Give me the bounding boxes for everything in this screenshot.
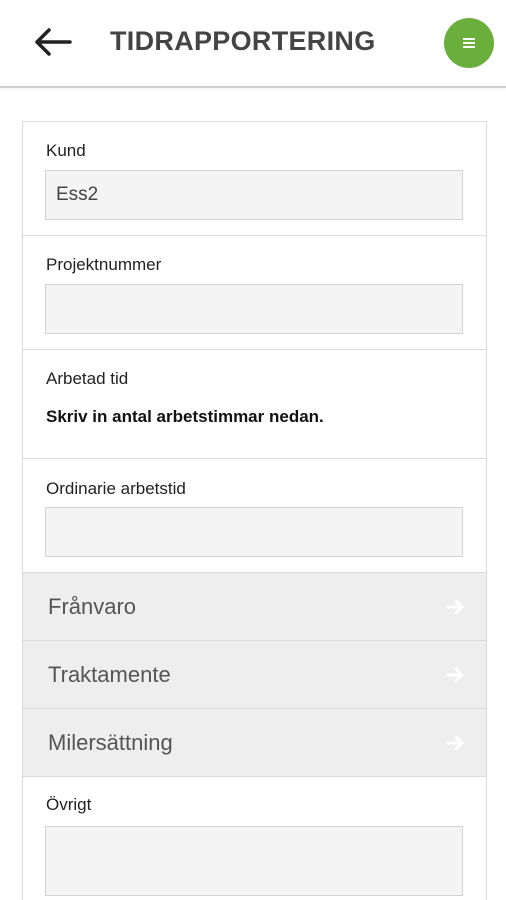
- app-header: TIDRAPPORTERING: [0, 0, 506, 88]
- ovrigt-label: Övrigt: [46, 795, 92, 814]
- nav-label-traktamente: Traktamente: [48, 662, 171, 687]
- arrow-right-icon: [446, 735, 464, 751]
- arrow-right-icon: [446, 667, 464, 683]
- page-title: TIDRAPPORTERING: [110, 26, 376, 56]
- nav-row-milersattning[interactable]: Milersättning: [23, 709, 486, 777]
- back-button[interactable]: [28, 22, 76, 62]
- projektnummer-section: Projektnummer: [23, 236, 486, 350]
- kund-input[interactable]: [45, 170, 463, 220]
- nav-row-traktamente[interactable]: Traktamente: [23, 641, 486, 709]
- kund-section: Kund: [23, 122, 486, 236]
- ordinarie-section: Ordinarie arbetstid: [23, 459, 486, 573]
- ordinarie-input[interactable]: [45, 507, 463, 557]
- ovrigt-textarea[interactable]: [45, 826, 463, 896]
- arbetad-tid-instruction: Skriv in antal arbetstimmar nedan.: [46, 407, 324, 426]
- ordinarie-label: Ordinarie arbetstid: [46, 479, 186, 498]
- arrow-right-icon: [446, 599, 464, 615]
- arbetad-tid-section: Arbetad tid Skriv in antal arbetstimmar …: [23, 350, 486, 459]
- nav-label-milersattning: Milersättning: [48, 730, 173, 755]
- projektnummer-input[interactable]: [45, 284, 463, 334]
- arbetad-tid-label: Arbetad tid: [46, 369, 129, 388]
- ovrigt-section: Övrigt: [23, 777, 486, 900]
- menu-button[interactable]: [444, 18, 494, 68]
- kund-label: Kund: [46, 141, 86, 160]
- hamburger-menu-icon: [463, 38, 475, 48]
- nav-row-franvaro[interactable]: Frånvaro: [23, 573, 486, 641]
- time-report-form: Kund Projektnummer Arbetad tid Skriv in …: [22, 121, 487, 900]
- nav-label-franvaro: Frånvaro: [48, 594, 137, 619]
- arrow-left-icon: [35, 28, 72, 56]
- projektnummer-label: Projektnummer: [46, 255, 162, 274]
